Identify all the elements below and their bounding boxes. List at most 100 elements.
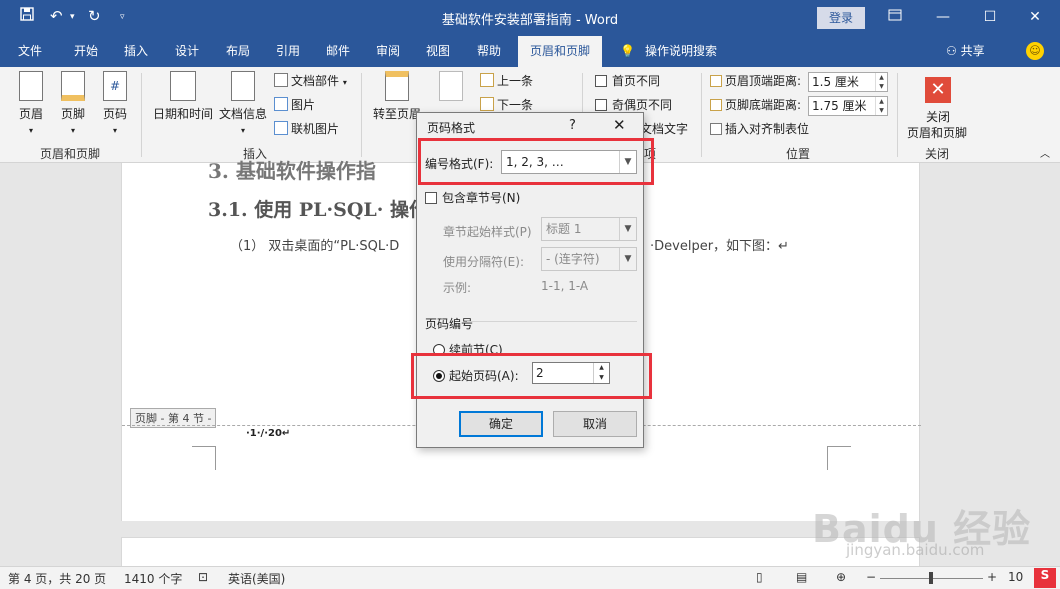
close-header-footer-line2[interactable]: 页眉和页脚 bbox=[907, 123, 967, 143]
help-icon[interactable]: ? bbox=[569, 118, 576, 133]
tab-header-footer[interactable]: 页眉和页脚 bbox=[518, 36, 603, 67]
header-button[interactable]: 页眉 ▾ bbox=[16, 71, 46, 136]
maximize-icon[interactable]: ☐ bbox=[975, 6, 1005, 28]
group-label-position: 位置 bbox=[785, 147, 810, 161]
footer-bottom-input[interactable]: 1.75 厘米 ▲ ▼ bbox=[808, 96, 888, 116]
doc-parts-label: 文档部件 bbox=[291, 74, 340, 88]
ribbon-display-icon[interactable] bbox=[880, 6, 910, 28]
share-button[interactable]: ⚇ 共享 bbox=[946, 36, 985, 67]
chevron-down-icon: ▼ bbox=[619, 218, 636, 240]
goto-header-icon bbox=[385, 71, 409, 101]
close-header-footer-icon[interactable]: ✕ bbox=[925, 77, 951, 103]
sogou-ime-icon[interactable]: S bbox=[1034, 568, 1056, 588]
include-chapter-label: 包含章节号(N) bbox=[442, 191, 521, 205]
separator-value: - (连字符) bbox=[546, 252, 600, 266]
proofing-icon[interactable]: ⊡ bbox=[198, 570, 208, 584]
close-icon[interactable]: ✕ bbox=[613, 116, 626, 134]
login-button[interactable]: 登录 bbox=[817, 7, 865, 29]
baidu-watermark-url: jingyan.baidu.com bbox=[846, 541, 985, 559]
include-chapter-checkbox[interactable]: 包含章节号(N) bbox=[425, 189, 520, 206]
collapse-ribbon-icon[interactable]: ︿ bbox=[1040, 145, 1050, 165]
doc-info-icon bbox=[231, 71, 255, 101]
header-top-input[interactable]: 1.5 厘米 ▲ ▼ bbox=[808, 72, 888, 92]
vertical-scrollbar[interactable] bbox=[1043, 163, 1060, 566]
spinner-icon[interactable]: ▲ ▼ bbox=[875, 73, 887, 91]
goto-footer-button[interactable] bbox=[436, 71, 466, 105]
page-number-icon: # bbox=[103, 71, 127, 101]
page-number-button[interactable]: # 页码 ▾ bbox=[100, 71, 130, 136]
previous-label: 上一条 bbox=[497, 74, 534, 88]
ribbon-separator bbox=[141, 73, 142, 157]
web-layout-icon[interactable]: ⊕ bbox=[836, 570, 846, 584]
tab-design[interactable]: 设计 bbox=[175, 36, 199, 67]
heading-2: 3.1. 使用 PL·SQL· 操作 bbox=[208, 199, 429, 221]
read-mode-icon[interactable]: ▯ bbox=[756, 570, 763, 584]
zoom-in-icon[interactable]: + bbox=[987, 570, 997, 584]
chevron-down-icon: ▼ bbox=[619, 248, 636, 270]
zoom-out-icon[interactable]: − bbox=[866, 570, 876, 584]
page-numbering-heading: 页码编号 bbox=[425, 317, 474, 331]
doc-info-button[interactable]: 文档信息 ▾ bbox=[217, 71, 269, 136]
cancel-button[interactable]: 取消 bbox=[553, 411, 637, 437]
footer-button[interactable]: 页脚 ▾ bbox=[58, 71, 88, 136]
crop-mark bbox=[192, 446, 216, 470]
language[interactable]: 英语(美国) bbox=[228, 570, 285, 587]
ribbon-separator bbox=[897, 73, 898, 157]
checkbox-icon bbox=[595, 75, 607, 87]
header-label: 页眉 bbox=[18, 107, 43, 121]
tell-me-search[interactable]: 操作说明搜索 bbox=[645, 36, 717, 67]
insert-align-tab-label: 插入对齐制表位 bbox=[725, 122, 810, 136]
crop-mark bbox=[827, 446, 851, 470]
person-icon: ⚇ bbox=[946, 44, 961, 58]
different-first-page-checkbox[interactable]: 首页不同 bbox=[595, 71, 660, 91]
doc-parts-button[interactable]: 文档部件 ▾ bbox=[274, 71, 347, 91]
spinner-icon[interactable]: ▲ ▼ bbox=[875, 97, 887, 115]
next-icon bbox=[480, 97, 494, 111]
ribbon-separator bbox=[361, 73, 362, 157]
tab-references[interactable]: 引用 bbox=[276, 36, 300, 67]
print-layout-icon[interactable]: ▤ bbox=[796, 570, 807, 584]
group-label-header-footer: 页眉和页脚 bbox=[39, 147, 100, 161]
ok-button[interactable]: 确定 bbox=[459, 411, 543, 437]
footer-page-number[interactable]: ·1·/·20↵ bbox=[246, 428, 290, 439]
tab-home[interactable]: 开始 bbox=[74, 36, 98, 67]
word-count[interactable]: 1410 个字 bbox=[124, 570, 182, 587]
zoom-level[interactable]: 10 bbox=[1008, 570, 1023, 584]
separator-select[interactable]: - (连字符) ▼ bbox=[541, 247, 637, 271]
picture-icon bbox=[274, 97, 288, 111]
picture-button[interactable]: 图片 bbox=[274, 95, 315, 115]
chapter-style-select[interactable]: 标题 1 ▼ bbox=[541, 217, 637, 241]
tab-file[interactable]: 文件 bbox=[18, 36, 42, 67]
date-time-button[interactable]: 日期和时间 bbox=[151, 71, 215, 122]
footer-bottom-label: 页脚底端距离: bbox=[710, 95, 801, 115]
paragraph-left: （1） 双击桌面的“PL·SQL·D bbox=[230, 239, 400, 254]
tab-review[interactable]: 审阅 bbox=[376, 36, 400, 67]
feedback-smiley-icon[interactable]: ☺ bbox=[1026, 42, 1044, 60]
tab-view[interactable]: 视图 bbox=[426, 36, 450, 67]
status-bar: 第 4 页，共 20 页 1410 个字 ⊡ 英语(美国) ▯ ▤ ⊕ − + … bbox=[0, 566, 1060, 589]
odd-even-label: 奇偶页不同 bbox=[612, 98, 673, 112]
previous-button[interactable]: 上一条 bbox=[480, 71, 533, 91]
chapter-style-label: 章节起始样式(P) bbox=[443, 225, 532, 239]
tab-layout[interactable]: 布局 bbox=[226, 36, 250, 67]
tab-mailings[interactable]: 邮件 bbox=[326, 36, 350, 67]
paragraph-right: ·Develper，如下图：↵ bbox=[650, 239, 789, 254]
show-doc-text-checkbox[interactable]: 文档文字 bbox=[640, 119, 688, 139]
page-count[interactable]: 第 4 页，共 20 页 bbox=[8, 570, 106, 587]
online-picture-icon bbox=[274, 121, 288, 135]
title-bar: ↶ ▾ ↻ ▿ 基础软件安装部署指南 - Word 登录 — ☐ ✕ bbox=[0, 0, 1060, 36]
insert-align-tab-button[interactable]: 插入对齐制表位 bbox=[710, 119, 809, 139]
next-page bbox=[121, 537, 920, 567]
zoom-slider-thumb[interactable] bbox=[929, 572, 933, 584]
tab-insert[interactable]: 插入 bbox=[124, 36, 148, 67]
header-position-icon bbox=[710, 75, 722, 87]
previous-icon bbox=[480, 73, 494, 87]
online-picture-button[interactable]: 联机图片 bbox=[274, 119, 339, 139]
example-label: 示例: bbox=[443, 281, 472, 295]
footer-bottom-text: 页脚底端距离: bbox=[725, 98, 802, 112]
close-window-icon[interactable]: ✕ bbox=[1020, 6, 1050, 28]
header-top-value: 1.5 厘米 bbox=[812, 75, 859, 89]
tab-help[interactable]: 帮助 bbox=[477, 36, 501, 67]
minimize-icon[interactable]: — bbox=[928, 6, 958, 28]
doc-info-label: 文档信息 bbox=[218, 107, 267, 121]
